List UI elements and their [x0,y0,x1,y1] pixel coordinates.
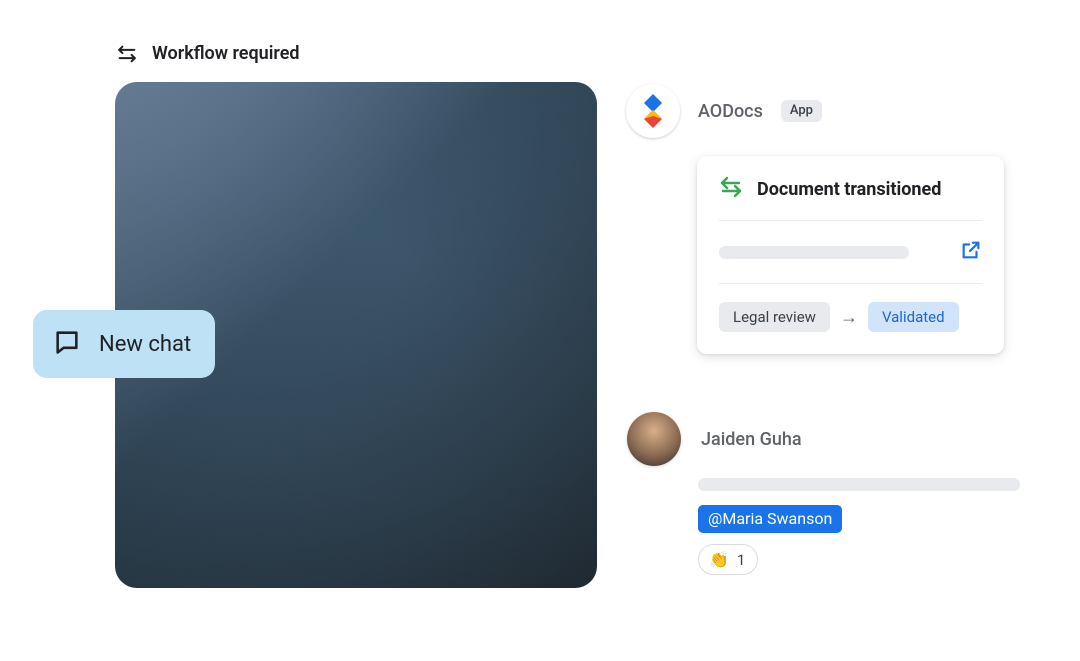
reaction-count: 1 [737,551,745,569]
transition-icon [719,176,743,202]
document-card: Document transitioned Legal review → Val… [697,156,1004,354]
person-name: Jaiden Guha [701,429,802,450]
open-external-icon[interactable] [960,239,982,265]
workflow-header: Workflow required [116,43,300,64]
skeleton-line [698,478,1020,491]
person-row: Jaiden Guha [627,412,802,466]
app-badge: App [781,100,822,122]
clap-icon: 👏 [709,550,729,569]
avatar [627,412,681,466]
repeat-icon [116,44,138,64]
aodocs-logo [626,84,680,138]
document-card-title: Document transitioned [757,179,941,200]
new-chat-label: New chat [99,332,191,357]
mention-chip[interactable]: @Maria Swanson [698,505,842,533]
skeleton-line [719,246,909,259]
reaction-chip[interactable]: 👏 1 [698,544,758,575]
workflow-label: Workflow required [152,43,300,64]
arrow-right-icon: → [840,307,858,328]
aodocs-name: AODocs [698,101,763,122]
chat-icon [53,328,81,360]
new-chat-button[interactable]: New chat [33,310,215,378]
tag-to: Validated [868,302,959,332]
message-block: @Maria Swanson [698,478,1020,533]
aodocs-header: AODocs App [626,84,822,138]
tag-from: Legal review [719,302,830,332]
